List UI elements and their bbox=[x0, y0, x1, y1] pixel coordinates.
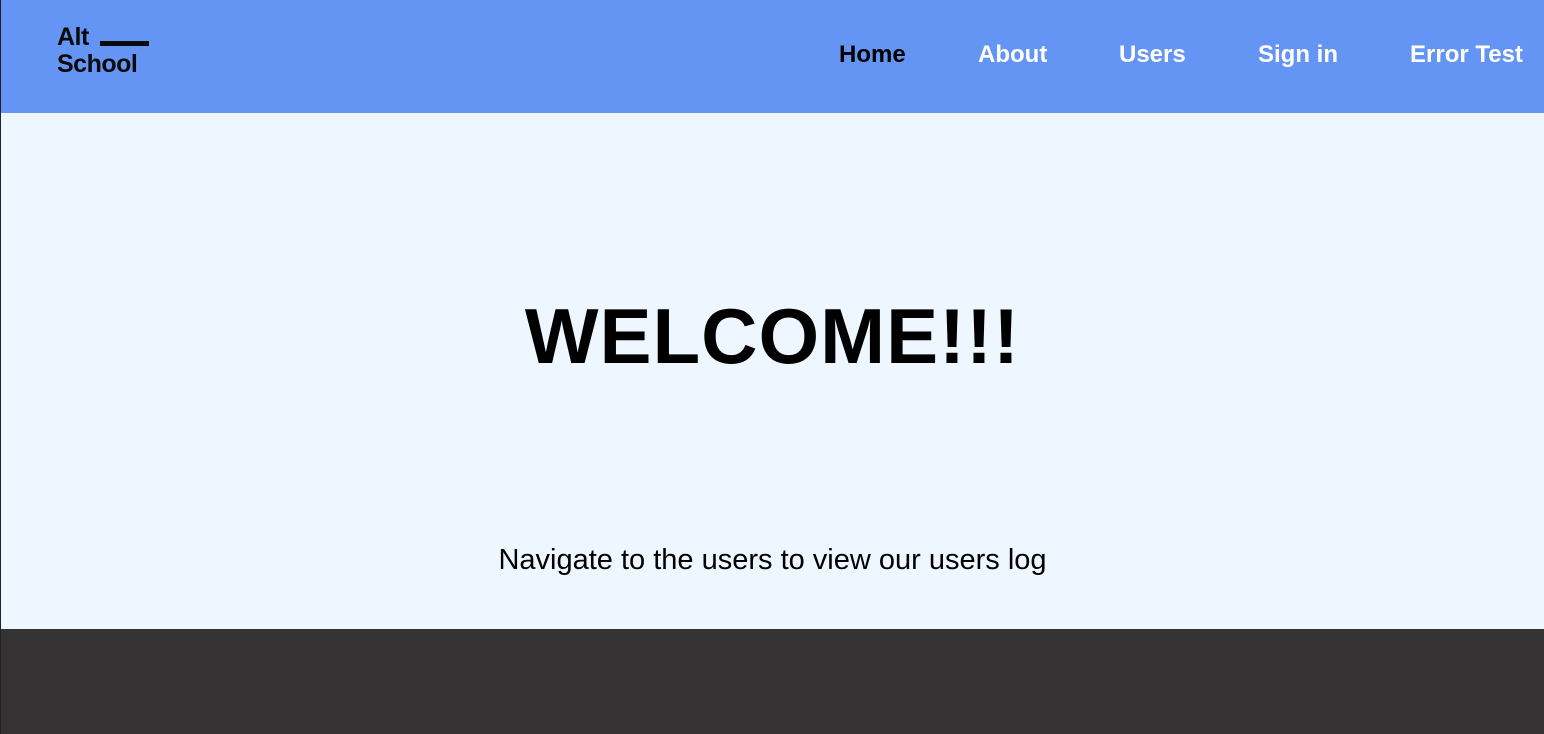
nav-link-error-test[interactable]: Error Test bbox=[1410, 41, 1523, 69]
top-navbar: Alt School Home About Users Sign in Erro… bbox=[1, 0, 1544, 113]
welcome-heading: WELCOME!!! bbox=[524, 292, 1021, 380]
nav-link-sign-in[interactable]: Sign in bbox=[1258, 41, 1338, 69]
logo-text-alt: Alt bbox=[57, 23, 89, 51]
welcome-subtitle: Navigate to the users to view our users … bbox=[498, 544, 1047, 576]
logo-bar bbox=[100, 41, 149, 46]
page-footer bbox=[1, 629, 1544, 734]
nav-link-about[interactable]: About bbox=[978, 41, 1047, 69]
nav-link-home[interactable]: Home bbox=[839, 41, 906, 69]
hero-section: WELCOME!!! Navigate to the users to view… bbox=[1, 113, 1544, 629]
altschool-logo[interactable]: Alt School bbox=[57, 24, 151, 78]
logo-text-school: School bbox=[57, 50, 138, 78]
nav-link-users[interactable]: Users bbox=[1119, 41, 1186, 69]
